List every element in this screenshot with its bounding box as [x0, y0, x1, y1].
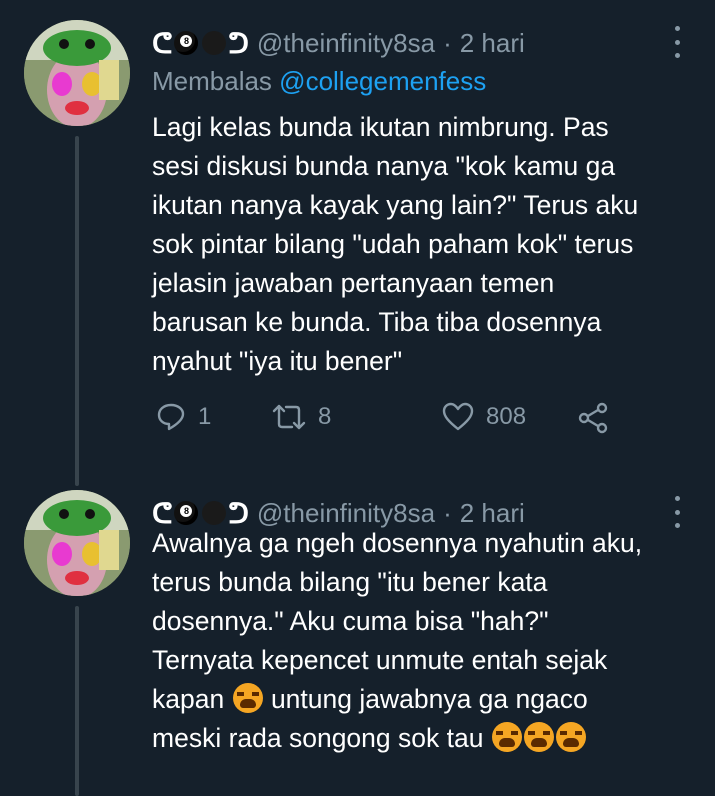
share-icon: [578, 402, 608, 434]
tired-face-emoji-icon: [491, 722, 522, 752]
reply-handle-link[interactable]: @collegemenfess: [279, 66, 486, 96]
avatar[interactable]: [24, 490, 130, 596]
tweet-text: Awalnya ga ngeh dosennya nyahutin aku, t…: [152, 524, 692, 758]
tired-face-emoji-icon: [232, 683, 263, 713]
reply-count: 1: [198, 403, 212, 430]
retweet-count: 8: [318, 403, 332, 430]
tired-face-emoji-icon: [555, 722, 586, 752]
eight-ball-icon: [174, 501, 199, 525]
retweet-button[interactable]: 8: [272, 402, 331, 432]
tweet-text: Lagi kelas bunda ikutan nimbrung. Pas se…: [152, 112, 639, 376]
more-options-icon[interactable]: [667, 26, 687, 58]
share-button[interactable]: [577, 402, 609, 434]
tweet-header: ᕦ ᕤ @theinfinity8sa · 2 hari: [152, 26, 525, 60]
user-handle[interactable]: @theinfinity8sa: [257, 28, 435, 59]
tweet[interactable]: ᕦ ᕤ @theinfinity8sa · 2 hari Membalas @c…: [0, 0, 715, 486]
like-button[interactable]: 808: [442, 402, 526, 432]
timestamp[interactable]: 2 hari: [460, 28, 525, 59]
right-paren-glyph: ᕤ: [228, 27, 249, 59]
thread-line: [75, 136, 79, 486]
avatar[interactable]: [24, 20, 130, 126]
reply-context: Membalas @collegemenfess: [152, 66, 486, 97]
reply-prefix: Membalas: [152, 66, 272, 96]
heart-icon: [442, 402, 474, 431]
action-bar: 1 8 808: [152, 402, 622, 442]
retweet-icon: [272, 404, 306, 430]
like-count: 808: [486, 403, 527, 430]
black-ball-icon: [202, 31, 227, 55]
reply-icon: [157, 403, 185, 431]
black-ball-icon: [202, 501, 227, 525]
tired-face-emoji-icon: [523, 722, 554, 752]
left-paren-glyph: ᕦ: [152, 27, 173, 59]
separator: ·: [443, 27, 452, 58]
reply-button[interactable]: 1: [156, 402, 211, 432]
eight-ball-icon: [174, 31, 199, 55]
tweet[interactable]: ᕦ ᕤ @theinfinity8sa · 2 hari Awalnya ga …: [0, 470, 715, 796]
display-name[interactable]: ᕦ ᕤ: [152, 27, 249, 60]
